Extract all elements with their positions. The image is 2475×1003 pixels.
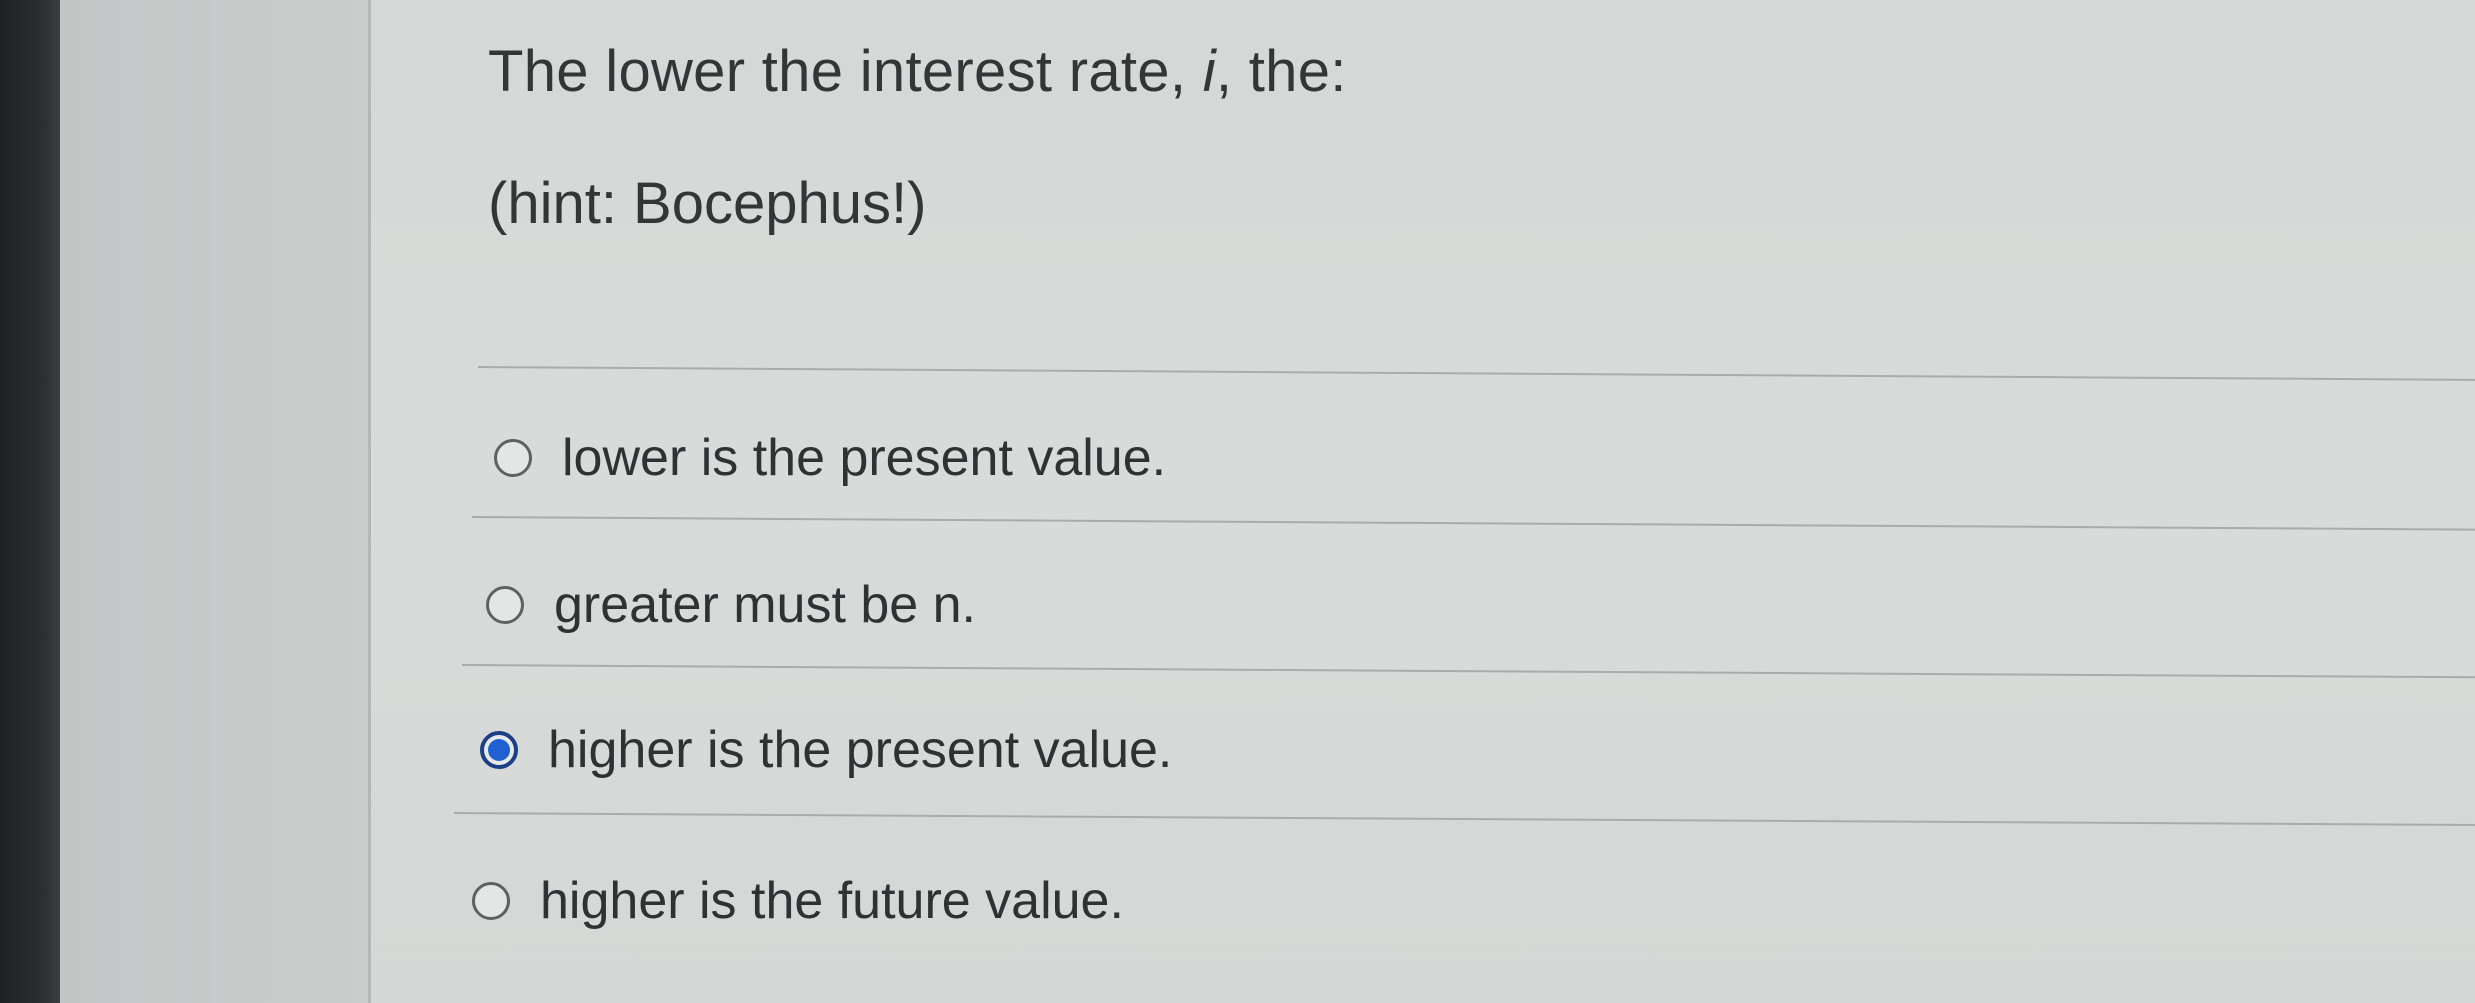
answer-option-label: lower is the present value.: [562, 429, 1167, 487]
radio-button-3-selected[interactable]: [480, 731, 518, 769]
answer-option-label: higher is the future value.: [540, 872, 1124, 930]
answer-option-label: higher is the present value.: [548, 721, 1173, 779]
question-panel: [371, 0, 2475, 1003]
answer-option-label: greater must be n.: [554, 576, 976, 634]
radio-button-1[interactable]: [494, 439, 532, 477]
left-gutter: [60, 0, 370, 1003]
answer-option-4[interactable]: higher is the future value.: [472, 871, 1124, 931]
question-hint: (hint: Bocephus!): [488, 171, 927, 236]
answer-option-3[interactable]: higher is the present value.: [480, 720, 1172, 780]
question-prompt: The lower the interest rate, i, the:: [488, 38, 1347, 105]
monitor-bezel: [0, 0, 60, 1003]
radio-button-4[interactable]: [472, 882, 510, 920]
answer-option-1[interactable]: lower is the present value.: [494, 428, 1166, 488]
question-prefix: The lower the interest rate,: [488, 39, 1203, 104]
answer-option-2[interactable]: greater must be n.: [486, 575, 976, 635]
radio-button-2[interactable]: [486, 586, 524, 624]
question-suffix: , the:: [1215, 39, 1347, 104]
question-variable: i: [1202, 39, 1216, 104]
